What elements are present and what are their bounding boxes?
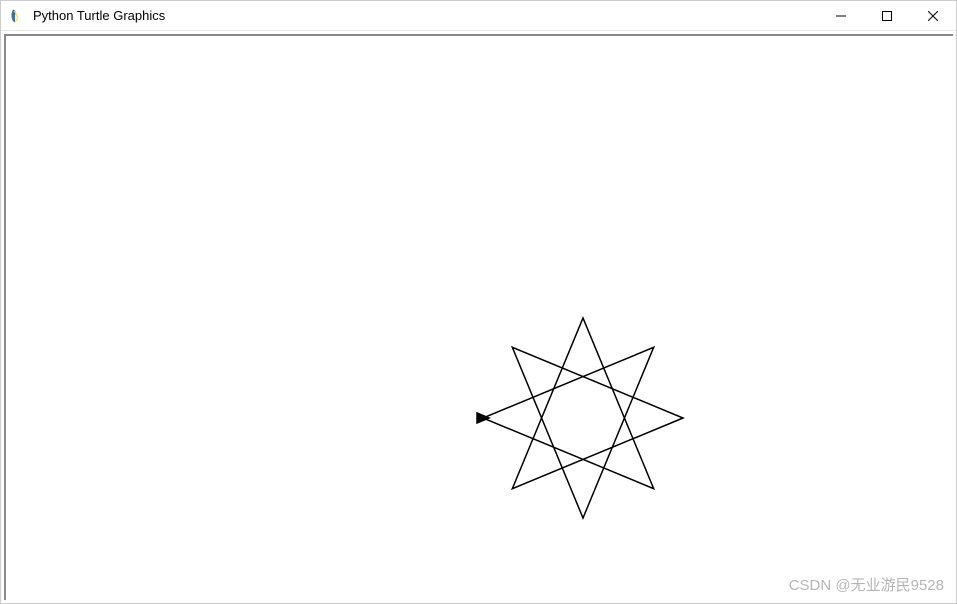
window-controls	[818, 1, 956, 30]
close-button[interactable]	[910, 1, 956, 31]
app-window: Python Turtle Graphics	[0, 0, 957, 604]
maximize-button[interactable]	[864, 1, 910, 31]
window-title: Python Turtle Graphics	[33, 8, 818, 23]
titlebar[interactable]: Python Turtle Graphics	[1, 1, 956, 31]
turtle-canvas	[4, 34, 953, 600]
maximize-icon	[882, 11, 892, 21]
close-icon	[928, 11, 938, 21]
python-feather-icon	[9, 8, 25, 24]
minimize-icon	[836, 11, 846, 21]
turtle-drawing	[6, 36, 953, 600]
minimize-button[interactable]	[818, 1, 864, 31]
content-area	[1, 31, 956, 603]
